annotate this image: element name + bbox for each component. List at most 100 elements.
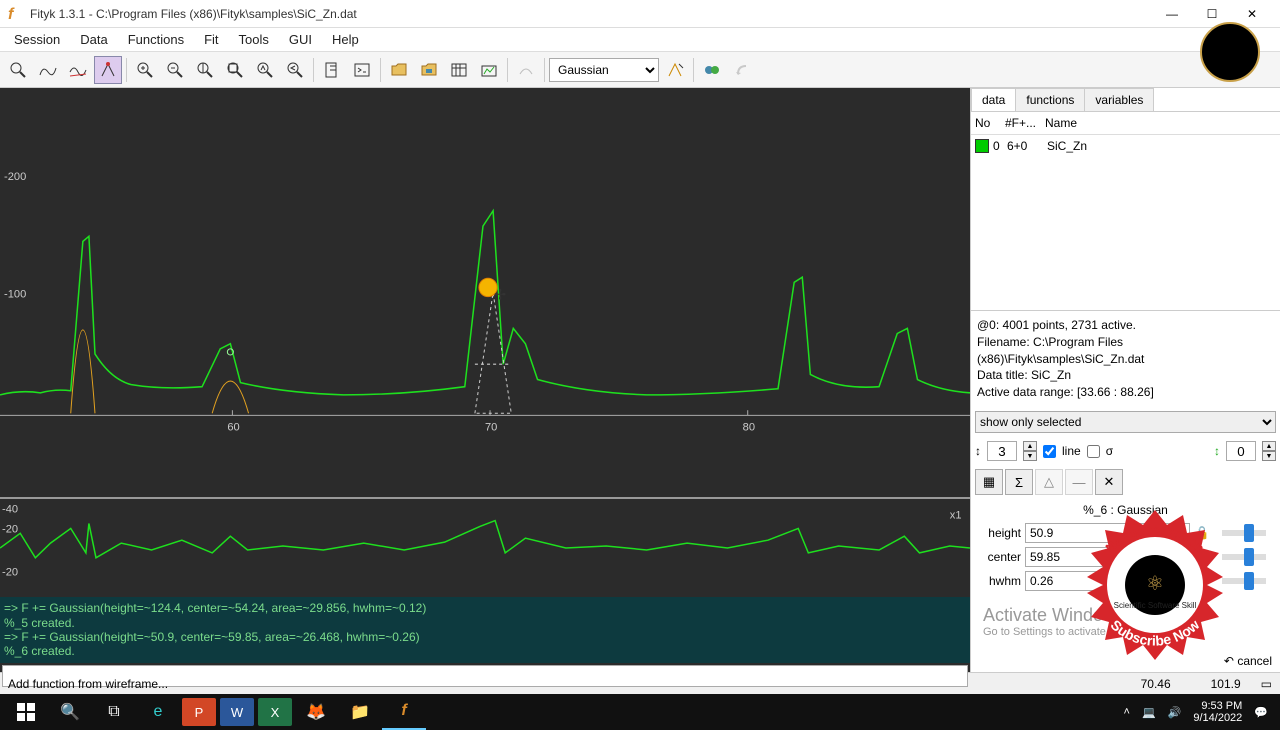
svg-text:-20: -20 (2, 567, 18, 579)
save-file-icon[interactable] (415, 56, 443, 84)
firefox-icon[interactable]: 🦊 (294, 694, 338, 730)
zoom-auto-icon[interactable] (251, 56, 279, 84)
function-type-select[interactable]: Gaussian (549, 58, 659, 82)
line-button[interactable]: — (1065, 469, 1093, 495)
col-name-header: Name (1045, 116, 1276, 130)
window-title: Fityk 1.3.1 - C:\Program Files (x86)\Fit… (30, 7, 1152, 21)
cancel-link[interactable]: cancel (1237, 654, 1272, 668)
word-icon[interactable]: W (220, 698, 254, 726)
svg-text:80: 80 (743, 422, 755, 434)
param-height-label: height (977, 526, 1021, 540)
run-fit-icon[interactable] (698, 56, 726, 84)
svg-text:⚛: ⚛ (1146, 573, 1164, 595)
shift-icon: ↕ (975, 444, 981, 458)
subscribe-badge-icon: ⚛ Nanoencryption Scientific Software Ski… (1070, 500, 1240, 670)
line-checkbox[interactable] (1043, 445, 1056, 458)
menu-bar: Session Data Functions Fit Tools GUI Hel… (0, 28, 1280, 52)
svg-text:70: 70 (485, 422, 497, 434)
zoom-out-icon[interactable] (161, 56, 189, 84)
minimize-button[interactable]: — (1152, 0, 1192, 28)
tool-zoom-rect-icon[interactable] (4, 56, 32, 84)
grid-button[interactable]: ▦ (975, 469, 1003, 495)
svg-text:✢: ✢ (494, 288, 506, 304)
menu-tools[interactable]: Tools (229, 30, 279, 49)
svg-text:-40: -40 (2, 504, 18, 516)
tray-network-icon[interactable]: 💻 (1142, 706, 1156, 719)
strip-bg-icon[interactable] (512, 56, 540, 84)
undo-fit-icon[interactable] (728, 56, 756, 84)
fityk-task-icon[interactable]: f (382, 694, 426, 730)
export-icon[interactable] (475, 56, 503, 84)
explorer-icon[interactable]: 📁 (338, 694, 382, 730)
col-fs-header: #F+... (1005, 116, 1045, 130)
menu-help[interactable]: Help (322, 30, 369, 49)
tool-baseline-icon[interactable] (64, 56, 92, 84)
toolbar: Gaussian (0, 52, 1280, 88)
powerpoint-icon[interactable]: P (182, 698, 216, 726)
main-plot[interactable]: -200 -100 60 70 80 (0, 88, 970, 497)
dataset-color-swatch (975, 139, 989, 153)
sum-button[interactable]: Σ (1005, 469, 1033, 495)
filter-select[interactable]: show only selected (975, 411, 1276, 433)
svg-text:-20: -20 (2, 524, 18, 536)
menu-data[interactable]: Data (70, 30, 117, 49)
start-button[interactable] (4, 694, 48, 730)
title-bar: f Fityk 1.3.1 - C:\Program Files (x86)\F… (0, 0, 1280, 28)
shift-value[interactable] (987, 441, 1017, 461)
tray-volume-icon[interactable]: 🔊 (1168, 706, 1182, 719)
open-file-icon[interactable] (385, 56, 413, 84)
svg-text:Scientific Software Skill: Scientific Software Skill (1114, 601, 1197, 610)
tab-data[interactable]: data (971, 88, 1016, 111)
notification-icon[interactable]: 💬 (1254, 706, 1268, 719)
execute-script-icon[interactable] (348, 56, 376, 84)
tray-up-icon[interactable]: ˄ (1124, 706, 1130, 718)
data-table: No #F+... Name 0 6+0 SiC_Zn (971, 112, 1280, 157)
cursor-x: 70.46 (1141, 677, 1171, 691)
tab-variables[interactable]: variables (1084, 88, 1154, 111)
shift-up[interactable]: ▲ (1023, 441, 1037, 451)
sigma-checkbox[interactable] (1087, 445, 1100, 458)
svg-text:-200: -200 (4, 171, 26, 183)
app-icon: f (8, 6, 24, 22)
task-view-icon[interactable]: ⧉ (92, 694, 136, 730)
menu-session[interactable]: Session (4, 30, 70, 49)
svg-text:60: 60 (227, 422, 239, 434)
menu-gui[interactable]: GUI (279, 30, 322, 49)
menu-fit[interactable]: Fit (194, 30, 228, 49)
residual-plot[interactable]: -40 -20 -20 x1 (0, 497, 970, 597)
tool-range-icon[interactable] (34, 56, 62, 84)
shift2-icon: ↕ (1214, 444, 1220, 458)
log-output: => F += Gaussian(height=~124.4, center=~… (0, 597, 970, 663)
delete-button[interactable]: ✕ (1095, 469, 1123, 495)
new-session-icon[interactable] (318, 56, 346, 84)
line-label: line (1062, 444, 1081, 458)
param-center-label: center (977, 550, 1021, 564)
param-hwhm-label: hwhm (977, 574, 1021, 588)
menu-functions[interactable]: Functions (118, 30, 194, 49)
data-editor-icon[interactable] (445, 56, 473, 84)
zero-down[interactable]: ▼ (1262, 451, 1276, 461)
data-row[interactable]: 0 6+0 SiC_Zn (971, 135, 1280, 157)
cursor-y: 101.9 (1211, 677, 1241, 691)
tab-functions[interactable]: functions (1015, 88, 1085, 111)
search-icon[interactable]: 🔍 (48, 694, 92, 730)
col-no-header: No (975, 116, 1005, 130)
shift-down[interactable]: ▼ (1023, 451, 1037, 461)
zoom-fit-icon[interactable] (221, 56, 249, 84)
system-clock[interactable]: 9:53 PM 9/14/2022 (1193, 700, 1242, 724)
data-info-panel: @0: 4001 points, 2731 active. Filename: … (971, 310, 1280, 407)
zoom-prev-icon[interactable] (281, 56, 309, 84)
windows-taskbar: 🔍 ⧉ e P W X 🦊 📁 f ˄ 💻 🔊 9:53 PM 9/14/202… (0, 694, 1280, 730)
zero-up[interactable]: ▲ (1262, 441, 1276, 451)
tool-add-peak-icon[interactable] (94, 56, 122, 84)
status-tray-icon: ▭ (1261, 677, 1272, 691)
auto-add-icon[interactable] (661, 56, 689, 84)
excel-icon[interactable]: X (258, 698, 292, 726)
zoom-vert-icon[interactable] (191, 56, 219, 84)
svg-text:x1: x1 (950, 510, 962, 522)
zero-value[interactable] (1226, 441, 1256, 461)
status-text: Add function from wireframe... (8, 677, 1121, 691)
peak-button[interactable]: △ (1035, 469, 1063, 495)
edge-icon[interactable]: e (136, 694, 180, 730)
zoom-in-icon[interactable] (131, 56, 159, 84)
